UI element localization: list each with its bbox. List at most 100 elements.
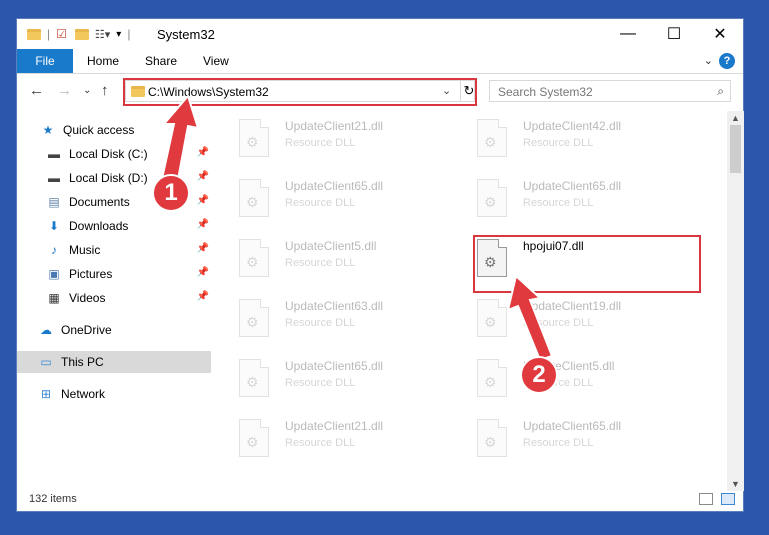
file-name: UpdateClient19.dll: [523, 299, 622, 313]
tab-home[interactable]: Home: [87, 49, 119, 73]
gear-icon: ⚙: [246, 314, 259, 330]
file-name: UpdateClient65.dll: [523, 419, 622, 433]
tab-file[interactable]: File: [17, 49, 73, 73]
customize-icon[interactable]: ☷▾: [95, 28, 110, 41]
network-icon: ⊞: [40, 387, 52, 401]
sidebar-item-network[interactable]: ⊞ Network: [39, 383, 211, 405]
file-name: UpdateClient5.dll: [285, 239, 377, 253]
file-item[interactable]: ⚙ UpdateClient21.dll Resource DLL: [229, 415, 449, 465]
navigation-pane: ★ Quick access ▬ Local Disk (C:) 📌 ▬ Loc…: [17, 111, 213, 481]
file-name: UpdateClient42.dll: [523, 119, 622, 133]
file-item[interactable]: ⚙ UpdateClient65.dll Resource DLL: [467, 415, 687, 465]
gear-icon: ⚙: [246, 374, 259, 390]
dll-file-icon: ⚙: [477, 119, 507, 157]
file-item[interactable]: ⚙ UpdateClient65.dll Resource DLL: [467, 175, 687, 225]
sidebar-item-videos[interactable]: ▦ Videos 📌: [47, 287, 211, 309]
file-type: Resource DLL: [523, 437, 594, 449]
properties-icon[interactable]: ☑: [56, 27, 67, 41]
item-count: 132 items: [29, 493, 77, 505]
file-item[interactable]: ⚙ UpdateClient21.dll Resource DLL: [229, 115, 449, 165]
gear-icon: ⚙: [484, 134, 497, 150]
explorer-window: | ☑ ☷▾ ▾ | System32 — ☐ ✕ File Home Shar…: [16, 18, 744, 512]
file-item[interactable]: ⚙ UpdateClient19.dll Resource DLL: [467, 295, 687, 345]
sidebar-item-onedrive[interactable]: ☁ OneDrive: [39, 319, 211, 341]
dll-file-icon: ⚙: [477, 419, 507, 457]
file-list: ⚙ UpdateClient21.dll Resource DLL ⚙ Upda…: [229, 111, 723, 481]
sidebar-item-label: Videos: [69, 291, 106, 305]
maximize-button[interactable]: ☐: [651, 19, 697, 49]
file-type: Resource DLL: [285, 317, 356, 329]
sidebar-item-label: Local Disk (D:): [69, 171, 148, 185]
sidebar-item-downloads[interactable]: ⬇ Downloads 📌: [47, 215, 211, 237]
recent-locations-icon[interactable]: ⌄: [83, 85, 91, 96]
sidebar-item-quick-access[interactable]: ★ Quick access: [41, 119, 211, 141]
new-folder-icon[interactable]: [74, 28, 89, 40]
expand-ribbon-icon[interactable]: ⌄: [704, 54, 713, 67]
file-name: UpdateClient65.dll: [285, 359, 384, 373]
divider: |: [47, 27, 51, 41]
gear-icon: ⚙: [484, 434, 497, 450]
help-icon[interactable]: ?: [719, 53, 735, 69]
videos-icon: ▦: [48, 291, 60, 305]
sidebar-item-music[interactable]: ♪ Music 📌: [47, 239, 211, 261]
search-icon[interactable]: ⌕: [717, 84, 724, 99]
sidebar-item-label: Documents: [69, 195, 130, 209]
file-item[interactable]: ⚙ UpdateClient5.dll Resource DLL: [229, 235, 449, 285]
forward-icon[interactable]: →: [57, 82, 72, 99]
file-name: UpdateClient21.dll: [285, 419, 384, 433]
pin-icon[interactable]: 📌: [197, 243, 209, 254]
file-item[interactable]: ⚙ UpdateClient65.dll Resource DLL: [229, 355, 449, 405]
file-type: Resource DLL: [523, 197, 594, 209]
back-icon[interactable]: ←: [29, 82, 44, 99]
window-title: System32: [157, 27, 215, 42]
gear-icon: ⚙: [484, 194, 497, 210]
tab-share[interactable]: Share: [145, 49, 177, 73]
file-highlight: [473, 235, 701, 293]
sidebar-item-this-pc[interactable]: ▭ This PC: [17, 351, 211, 373]
file-type: Resource DLL: [285, 257, 356, 269]
divider: |: [127, 27, 131, 41]
pin-icon[interactable]: 📌: [197, 219, 209, 230]
tab-view[interactable]: View: [203, 49, 229, 73]
computer-icon: ▭: [40, 355, 52, 369]
file-item[interactable]: ⚙ UpdateClient63.dll Resource DLL: [229, 295, 449, 345]
search-box[interactable]: Search System32 ⌕: [489, 80, 731, 102]
file-item[interactable]: ⚙ UpdateClient5.dll Resource DLL: [467, 355, 687, 405]
file-item[interactable]: ⚙ UpdateClient42.dll Resource DLL: [467, 115, 687, 165]
up-icon[interactable]: ↑: [101, 82, 109, 99]
close-button[interactable]: ✕: [697, 19, 743, 49]
search-input[interactable]: Search System32: [498, 85, 593, 99]
address-highlight: [123, 78, 477, 106]
sidebar-item-pictures[interactable]: ▣ Pictures 📌: [47, 263, 211, 285]
minimize-button[interactable]: —: [605, 19, 651, 49]
dll-file-icon: ⚙: [477, 179, 507, 217]
download-icon: ⬇: [48, 219, 60, 233]
pin-icon[interactable]: 📌: [197, 291, 209, 302]
music-icon: ♪: [51, 243, 57, 257]
pin-icon[interactable]: 📌: [197, 195, 209, 206]
large-icons-view-icon[interactable]: [721, 493, 735, 505]
vertical-scrollbar[interactable]: ▲ ▼: [727, 111, 744, 491]
pin-icon[interactable]: 📌: [197, 147, 209, 158]
file-name: UpdateClient21.dll: [285, 119, 384, 133]
file-item[interactable]: ⚙ UpdateClient65.dll Resource DLL: [229, 175, 449, 225]
sidebar-item-label: Downloads: [69, 219, 129, 233]
scroll-thumb[interactable]: [730, 125, 741, 173]
scroll-up-icon[interactable]: ▲: [731, 113, 740, 123]
scroll-down-icon[interactable]: ▼: [731, 479, 740, 489]
sidebar-item-local-disk-c[interactable]: ▬ Local Disk (C:) 📌: [47, 143, 211, 165]
sidebar-item-label: Local Disk (C:): [69, 147, 148, 161]
folder-icon: [27, 28, 41, 40]
dll-file-icon: ⚙: [239, 299, 269, 337]
cloud-icon: ☁: [40, 323, 52, 337]
details-view-icon[interactable]: [699, 493, 713, 505]
file-type: Resource DLL: [285, 437, 356, 449]
dll-file-icon: ⚙: [477, 359, 507, 397]
pin-icon[interactable]: 📌: [197, 267, 209, 278]
pin-icon[interactable]: 📌: [197, 171, 209, 182]
status-bar: 132 items: [17, 489, 743, 511]
sidebar-item-label: Music: [69, 243, 101, 257]
dropdown-icon[interactable]: ▾: [116, 29, 121, 40]
file-type: Resource DLL: [523, 137, 594, 149]
sidebar-item-label: Network: [61, 387, 106, 401]
